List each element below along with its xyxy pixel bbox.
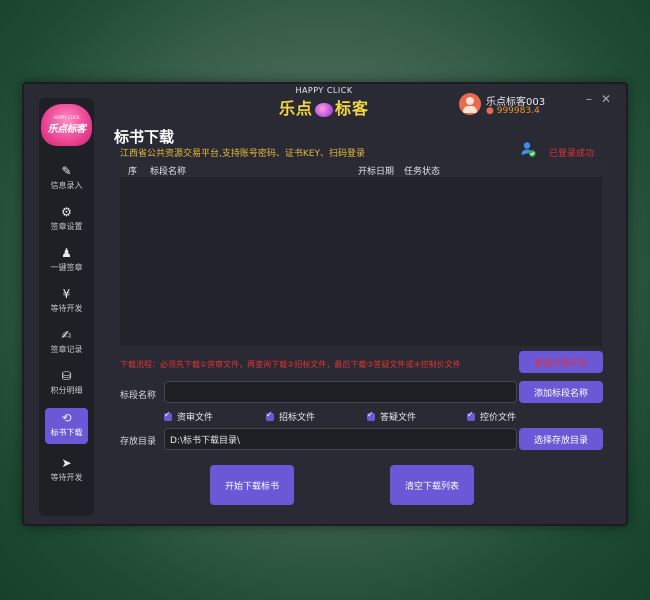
user-points: ● 999983.4	[486, 106, 540, 116]
storage-dir-input[interactable]: D:\标书下载目录\	[164, 428, 517, 450]
sidebar-item-label: 积分明细	[50, 386, 83, 395]
checkbox-qualification-file[interactable]: 资审文件	[164, 410, 213, 423]
user-check-icon	[521, 142, 536, 157]
table-header: 序 标段名称 开标日期 任务状态	[120, 160, 602, 177]
brand-name-right: 标客	[335, 99, 370, 118]
refresh-icon: ⟲	[61, 411, 72, 425]
brain-icon	[315, 102, 333, 117]
app-window: HAPPY CLICK 乐点标客 ✎ 信息录入 ⚙ 签章设置 ♟ 一键签章 ¥ …	[22, 82, 628, 526]
login-platform-button[interactable]: 登录交易平台	[519, 351, 603, 373]
checkbox-label: 资审文件	[177, 413, 214, 423]
checkbox-label: 招标文件	[279, 413, 316, 423]
sidebar: HAPPY CLICK 乐点标客 ✎ 信息录入 ⚙ 签章设置 ♟ 一键签章 ¥ …	[39, 98, 94, 516]
download-process-note: 下载流程：必须先下载①资审文件，再查询下载②招标文件，最后下载③答疑文件或④控制…	[120, 360, 461, 369]
sidebar-item-label: 信息录入	[50, 181, 83, 190]
checkbox-tender-file[interactable]: 招标文件	[266, 410, 315, 423]
page-title: 标书下载	[114, 128, 175, 146]
sidebar-item-info-entry[interactable]: ✎ 信息录入	[45, 164, 88, 196]
storage-dir-label: 存放目录	[120, 437, 157, 447]
checkbox-box[interactable]	[164, 410, 172, 421]
sidebar-item-label: 签章记录	[50, 345, 83, 354]
sidebar-item-pending-dev-2[interactable]: ➤ 等待开发	[45, 456, 88, 488]
sidebar-item-points-detail[interactable]: ⛁ 积分明细	[45, 369, 88, 401]
logo-title: 乐点标客	[47, 124, 87, 135]
sidebar-item-bid-download[interactable]: ⟲ 标书下载	[45, 408, 88, 444]
sidebar-item-pending-dev-1[interactable]: ¥ 等待开发	[45, 287, 88, 319]
start-download-button[interactable]: 开始下载标书	[210, 465, 294, 505]
checkbox-label: 答疑文件	[380, 413, 417, 423]
database-icon: ⛁	[61, 369, 72, 383]
column-header-task-status: 任务状态	[404, 167, 441, 177]
sidebar-item-label: 标书下载	[50, 428, 83, 437]
checkbox-clarification-file[interactable]: 答疑文件	[367, 410, 416, 423]
checkbox-box[interactable]	[266, 410, 274, 421]
points-value: 999983.4	[496, 106, 540, 116]
platform-info: 江西省公共资源交易平台,支持账号密码、证书KEY、扫码登录	[120, 149, 365, 159]
brand-title: HAPPY CLICK 乐点 标客	[264, 86, 384, 118]
gear-icon: ⚙	[61, 205, 72, 219]
avatar[interactable]	[459, 93, 481, 115]
close-button[interactable]: ✕	[601, 92, 611, 106]
clear-list-button[interactable]: 清空下载列表	[390, 465, 474, 505]
brand-english: HAPPY CLICK	[295, 86, 353, 95]
record-icon: ✍	[61, 328, 72, 342]
sidebar-item-label: 等待开发	[50, 304, 83, 313]
edit-icon: ✎	[61, 164, 72, 178]
sidebar-item-signature-settings[interactable]: ⚙ 签章设置	[45, 205, 88, 237]
login-status: 已登录成功	[549, 149, 595, 159]
column-header-open-date: 开标日期	[358, 167, 395, 177]
sidebar-item-label: 一键签章	[50, 263, 83, 272]
sidebar-item-label: 等待开发	[50, 473, 83, 482]
app-logo: HAPPY CLICK 乐点标客	[41, 104, 92, 146]
sidebar-item-label: 签章设置	[50, 222, 83, 231]
column-header-section-name: 标段名称	[150, 167, 187, 177]
choose-dir-button[interactable]: 选择存放目录	[519, 428, 603, 450]
sidebar-item-signature-records[interactable]: ✍ 签章记录	[45, 328, 88, 360]
section-name-label: 标段名称	[120, 391, 157, 401]
column-header-index: 序	[128, 167, 138, 177]
download-table: 序 标段名称 开标日期 任务状态	[120, 160, 602, 346]
brand-name-left: 乐点	[278, 99, 313, 118]
section-name-input[interactable]	[164, 381, 517, 403]
coin-icon: ¥	[62, 287, 71, 301]
checkbox-label: 控价文件	[480, 413, 517, 423]
send-icon: ➤	[61, 456, 72, 470]
stamp-icon: ♟	[61, 246, 72, 260]
checkbox-price-control-file[interactable]: 控价文件	[467, 410, 516, 423]
moneybag-icon: ●	[486, 106, 494, 116]
sidebar-item-one-click-sign[interactable]: ♟ 一键签章	[45, 246, 88, 278]
minimize-button[interactable]: –	[586, 92, 592, 106]
checkbox-box[interactable]	[367, 410, 375, 421]
checkbox-box[interactable]	[467, 410, 475, 421]
add-section-button[interactable]: 添加标段名称	[519, 381, 603, 403]
